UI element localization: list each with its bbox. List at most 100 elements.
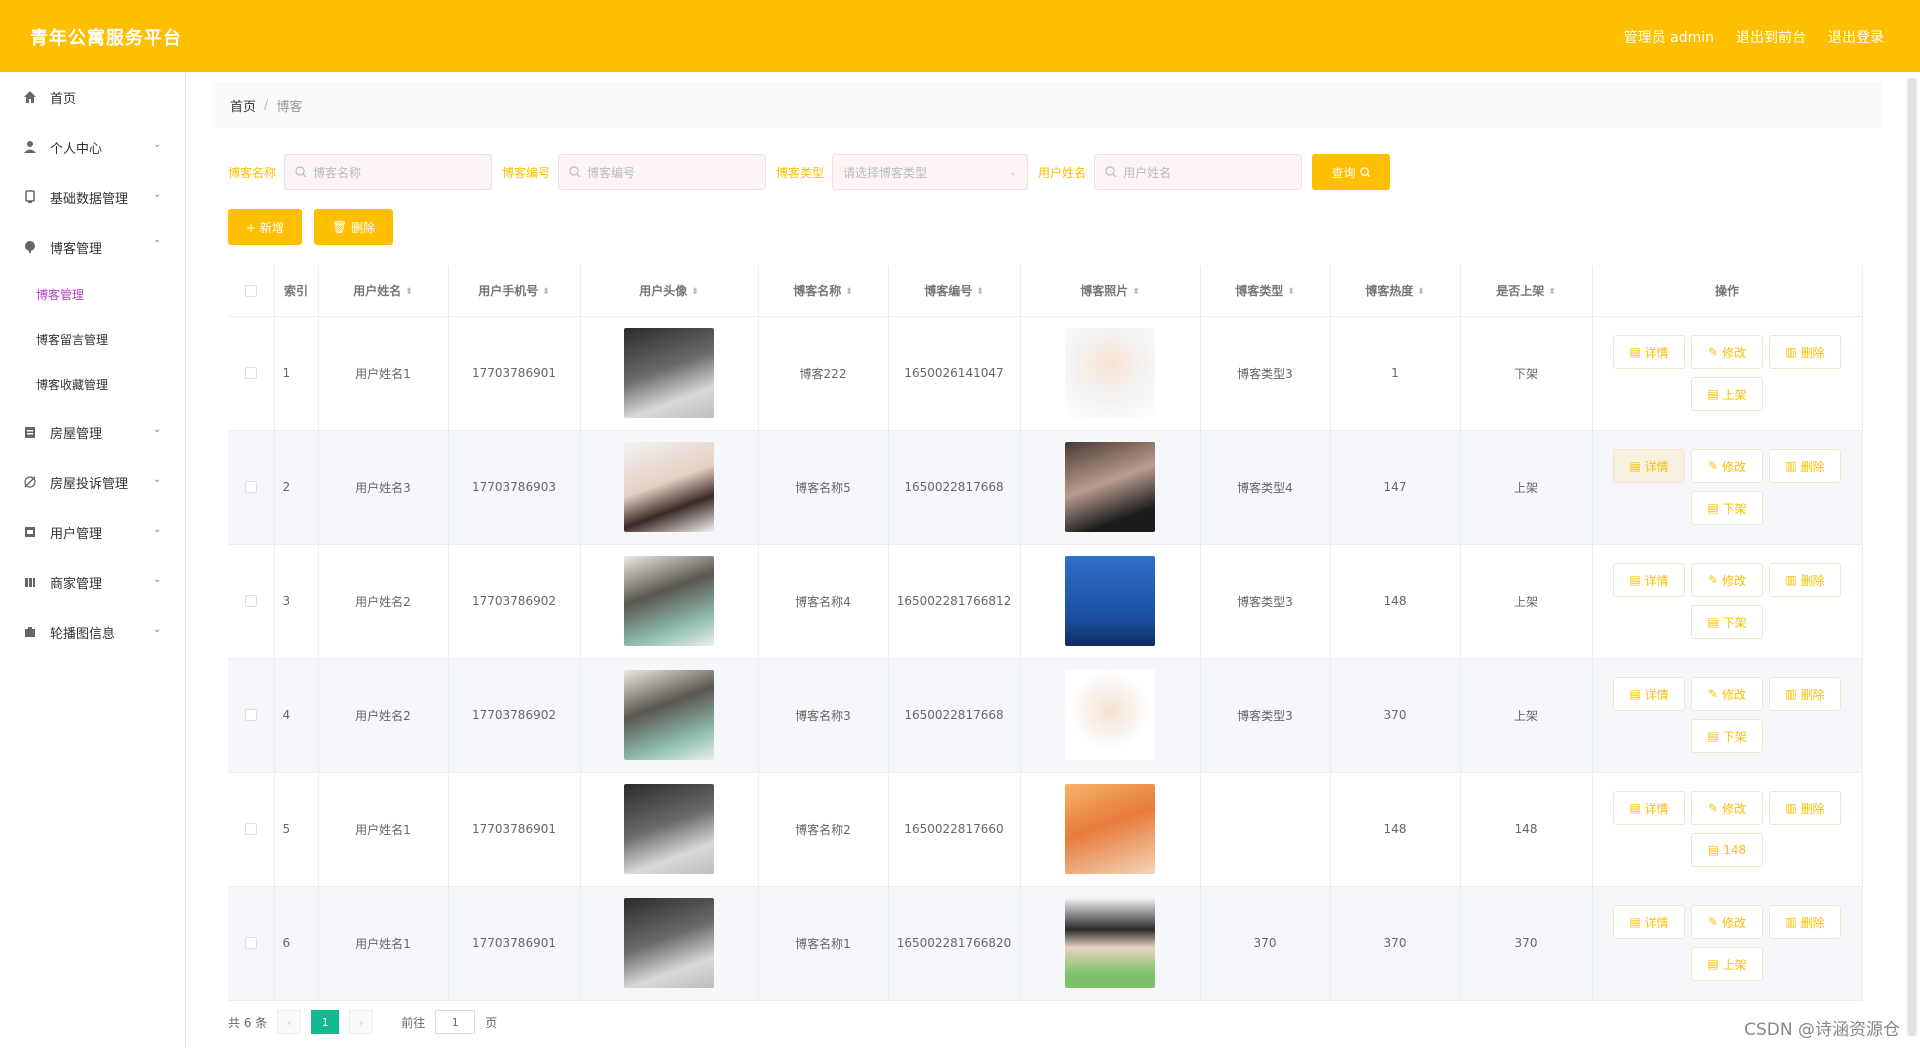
header-status[interactable]: 是否上架 ⬍ <box>1460 266 1593 317</box>
blog-photo[interactable] <box>1065 328 1155 418</box>
toggle-listing-button[interactable]: ▤ 上架 <box>1691 377 1763 411</box>
edit-button[interactable]: ✎ 修改 <box>1691 563 1763 597</box>
prev-page-button[interactable]: ‹ <box>277 1010 302 1034</box>
detail-button[interactable]: ▤ 详情 <box>1613 905 1685 939</box>
toggle-listing-button[interactable]: ▤ 下架 <box>1691 605 1763 639</box>
edit-button[interactable]: ✎ 修改 <box>1691 449 1763 483</box>
header-blog-no[interactable]: 博客编号 ⬍ <box>888 266 1021 317</box>
row-select-cell[interactable] <box>228 772 275 887</box>
avatar[interactable] <box>624 670 714 760</box>
row-checkbox[interactable] <box>244 595 257 607</box>
goto-page-input[interactable]: 1 <box>435 1010 476 1034</box>
row-select-cell[interactable] <box>228 886 275 1001</box>
delete-button[interactable]: ▥ 删除 <box>1769 335 1841 369</box>
add-button[interactable]: + 新增 <box>228 209 302 245</box>
sort-icon[interactable]: ⬍ <box>405 287 413 296</box>
delete-button[interactable]: ▥ 删除 <box>1769 677 1841 711</box>
edit-button[interactable]: ✎ 修改 <box>1691 335 1763 369</box>
header-phone[interactable]: 用户手机号 ⬍ <box>448 266 581 317</box>
batch-delete-button[interactable]: 🗑 删除 <box>313 209 394 245</box>
header-blog-photo[interactable]: 博客照片 ⬍ <box>1020 266 1201 317</box>
sidebar-subitem-blog-comments[interactable]: 博客留言管理 <box>0 317 185 362</box>
header-blog-name[interactable]: 博客名称 ⬍ <box>758 266 889 317</box>
sidebar-item-users[interactable]: 用户管理 ⌄ <box>0 507 185 557</box>
detail-button[interactable]: ▤ 详情 <box>1613 563 1685 597</box>
avatar[interactable] <box>624 328 714 418</box>
query-button[interactable]: 查询 <box>1312 154 1391 190</box>
header-avatar[interactable]: 用户头像 ⬍ <box>580 266 759 317</box>
sidebar-item-house[interactable]: 房屋管理 ⌄ <box>0 407 185 457</box>
row-select-cell[interactable] <box>228 544 275 659</box>
header-heat[interactable]: 博客热度 ⬍ <box>1330 266 1461 317</box>
sidebar-item-blog[interactable]: 博客管理 ⌃ <box>0 222 185 272</box>
row-checkbox[interactable] <box>244 937 257 949</box>
avatar[interactable] <box>624 556 714 646</box>
select-all-cell[interactable] <box>228 266 275 317</box>
edit-button[interactable]: ✎ 修改 <box>1691 905 1763 939</box>
header-blog-type[interactable]: 博客类型 ⬍ <box>1200 266 1331 317</box>
cell-blog-photo <box>1020 772 1201 887</box>
row-select-cell[interactable] <box>228 430 275 545</box>
sidebar-item-carousel[interactable]: 轮播图信息 ⌄ <box>0 607 185 657</box>
detail-button[interactable]: ▤ 详情 <box>1613 791 1685 825</box>
delete-button[interactable]: ▥ 删除 <box>1769 563 1841 597</box>
sidebar-subitem-blog-favorites[interactable]: 博客收藏管理 <box>0 362 185 407</box>
detail-button[interactable]: ▤ 详情 <box>1613 335 1685 369</box>
toggle-listing-button[interactable]: ▤ 148 <box>1691 833 1763 867</box>
sidebar-item-base-data[interactable]: 基础数据管理 ⌄ <box>0 172 185 222</box>
toggle-listing-button[interactable]: ▤ 上架 <box>1691 947 1763 981</box>
sort-icon[interactable]: ⬍ <box>1548 287 1556 296</box>
blog-photo[interactable] <box>1065 556 1155 646</box>
delete-button[interactable]: ▥ 删除 <box>1769 791 1841 825</box>
sort-icon[interactable]: ⬍ <box>1417 287 1425 296</box>
detail-button[interactable]: ▤ 详情 <box>1613 677 1685 711</box>
row-checkbox[interactable] <box>244 367 257 379</box>
sidebar-item-shop[interactable]: 商家管理 ⌄ <box>0 557 185 607</box>
sidebar-item-complaint[interactable]: 房屋投诉管理 ⌄ <box>0 457 185 507</box>
user-name-input[interactable]: 用户姓名 <box>1094 154 1303 190</box>
blog-photo[interactable] <box>1065 898 1155 988</box>
delete-button[interactable]: ▥ 删除 <box>1769 449 1841 483</box>
detail-button[interactable]: ▤ 详情 <box>1613 449 1685 483</box>
page-number-current[interactable]: 1 <box>311 1010 340 1034</box>
row-checkbox[interactable] <box>244 481 257 493</box>
edit-button[interactable]: ✎ 修改 <box>1691 791 1763 825</box>
sidebar-subitem-blog-manage[interactable]: 博客管理 <box>0 272 185 317</box>
avatar[interactable] <box>624 442 714 532</box>
sidebar-item-home[interactable]: 首页 <box>0 72 185 122</box>
select-all-checkbox[interactable] <box>244 284 257 297</box>
sort-icon[interactable]: ⬍ <box>845 287 853 296</box>
sidebar-item-profile[interactable]: 个人中心 ⌄ <box>0 122 185 172</box>
toggle-listing-button[interactable]: ▤ 下架 <box>1691 719 1763 753</box>
page-scrollbar[interactable] <box>1906 78 1918 1036</box>
next-page-button[interactable]: › <box>349 1010 374 1034</box>
delete-button[interactable]: ▥ 删除 <box>1769 905 1841 939</box>
scrollbar-thumb[interactable] <box>1908 78 1916 1036</box>
avatar[interactable] <box>624 784 714 874</box>
row-checkbox[interactable] <box>244 823 257 835</box>
row-checkbox[interactable] <box>244 709 257 721</box>
sort-icon[interactable]: ⬍ <box>542 287 550 296</box>
edit-label: 修改 <box>1722 915 1747 930</box>
cell-heat: 370 <box>1330 658 1461 773</box>
blog-photo[interactable] <box>1065 784 1155 874</box>
row-select-cell[interactable] <box>228 316 275 431</box>
header-user-name[interactable]: 用户姓名 ⬍ <box>318 266 449 317</box>
logout-link[interactable]: 退出登录 <box>1828 27 1884 47</box>
edit-button[interactable]: ✎ 修改 <box>1691 677 1763 711</box>
sort-icon[interactable]: ⬍ <box>691 287 699 296</box>
blog-photo[interactable] <box>1065 670 1155 760</box>
sort-icon[interactable]: ⬍ <box>1132 287 1140 296</box>
blog-name-input[interactable]: 博客名称 <box>284 154 493 190</box>
avatar[interactable] <box>624 898 714 988</box>
back-to-front-link[interactable]: 退出到前台 <box>1736 27 1806 47</box>
toggle-listing-button[interactable]: ▤ 下架 <box>1691 491 1763 525</box>
operations-row: ▤ 详情 ✎ 修改 ▥ 删除 <box>1613 677 1841 711</box>
sort-icon[interactable]: ⬍ <box>1287 287 1295 296</box>
blog-photo[interactable] <box>1065 442 1155 532</box>
blog-no-input[interactable]: 博客编号 <box>558 154 767 190</box>
sort-icon[interactable]: ⬍ <box>976 287 984 296</box>
breadcrumb-home[interactable]: 首页 <box>230 96 256 115</box>
row-select-cell[interactable] <box>228 658 275 773</box>
blog-type-select[interactable]: 请选择博客类型 ⌄ <box>832 154 1029 190</box>
